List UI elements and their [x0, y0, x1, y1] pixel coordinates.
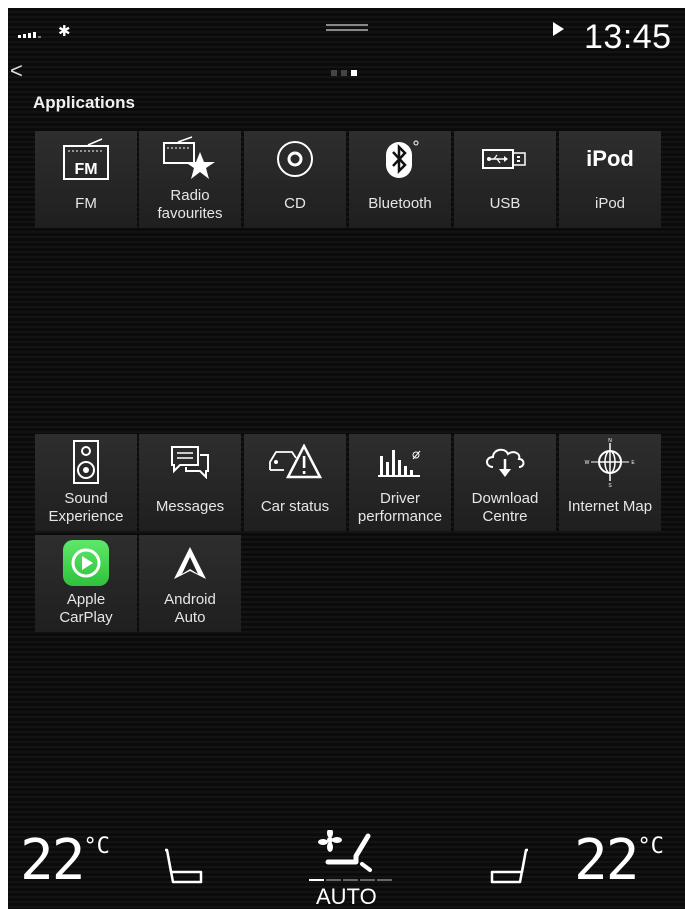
page-indicator [331, 70, 357, 76]
app-tile-android-auto[interactable]: Android Auto [139, 535, 241, 632]
back-chevron-icon[interactable]: < [10, 58, 23, 84]
svg-text:N: N [608, 438, 612, 444]
play-icon [553, 22, 564, 36]
right-temperature-value: 22 [574, 828, 639, 893]
svg-text:W: W [585, 460, 590, 466]
bluetooth-icon [386, 140, 419, 178]
app-label: Driver performance [357, 490, 443, 525]
app-tile-apple-carplay[interactable]: Apple CarPlay [35, 535, 137, 632]
app-label: Download Centre [471, 490, 539, 525]
app-tile-internet-map[interactable]: N S W E Internet Map [559, 434, 661, 531]
temperature-unit: °C [637, 834, 664, 859]
cd-icon [277, 141, 313, 177]
app-tile-download-centre[interactable]: Download Centre [454, 434, 556, 531]
app-label: CD [284, 195, 306, 212]
compass-icon: N S W E [585, 438, 636, 487]
infotainment-screen: ✱ 13:45 < Applications FM FM Radio favou… [8, 8, 685, 909]
app-label: Sound Experience [48, 490, 124, 525]
app-label: Car status [260, 498, 330, 515]
status-bar: ✱ 13:45 [8, 8, 685, 58]
app-tile-bluetooth[interactable]: Bluetooth [349, 131, 451, 228]
cloud-download-icon [486, 448, 525, 477]
clock: 13:45 [584, 18, 672, 56]
app-tile-usb[interactable]: USB [454, 131, 556, 228]
temperature-unit: °C [83, 834, 110, 859]
app-tile-driver-performance[interactable]: Driver performance [349, 434, 451, 531]
messages-icon [171, 446, 209, 479]
fm-radio-icon: FM [63, 138, 109, 180]
left-temperature[interactable]: 22°C [20, 828, 110, 893]
ipod-icon: iPod [586, 146, 634, 171]
bar-chart-icon [378, 450, 421, 477]
usb-icon [482, 149, 526, 169]
section-title: Applications [33, 93, 136, 112]
page-dot [341, 70, 347, 76]
bluetooth-status-icon: ✱ [58, 23, 71, 40]
right-temperature[interactable]: 22°C [574, 828, 664, 893]
svg-text:E: E [631, 460, 635, 466]
left-temperature-value: 22 [20, 828, 85, 893]
app-tile-radio-favourites[interactable]: Radio favourites [139, 131, 241, 228]
app-label: Apple CarPlay [59, 591, 113, 626]
app-label: Bluetooth [368, 195, 432, 212]
top-bar-handle[interactable] [326, 24, 368, 32]
fan-level-indicator [309, 879, 392, 881]
app-label: FM [75, 195, 97, 212]
app-tile-ipod[interactable]: iPod iPod [559, 131, 661, 228]
carplay-icon [63, 540, 109, 586]
page-dot-active [351, 70, 357, 76]
radio-star-icon [163, 136, 215, 179]
app-tile-cd[interactable]: CD [244, 131, 346, 228]
right-seat-icon[interactable] [486, 846, 532, 888]
app-tile-sound-experience[interactable]: Sound Experience [35, 434, 137, 531]
svg-text:S: S [608, 483, 612, 487]
app-label: Messages [155, 498, 225, 515]
app-label: Android Auto [164, 591, 216, 626]
page-dot [331, 70, 337, 76]
app-tile-messages[interactable]: Messages [139, 434, 241, 531]
climate-fan-seat-icon[interactable] [316, 830, 380, 878]
app-label: USB [489, 195, 521, 212]
climate-auto-button[interactable]: AUTO [316, 884, 377, 909]
car-warning-icon [269, 444, 322, 479]
svg-text:FM: FM [74, 161, 97, 178]
app-tile-fm[interactable]: FM FM [35, 131, 137, 228]
app-label: iPod [594, 195, 626, 212]
left-seat-icon[interactable] [161, 846, 207, 888]
app-tile-car-status[interactable]: Car status [244, 434, 346, 531]
signal-strength-icon [18, 32, 41, 38]
app-label: Radio favourites [157, 187, 223, 222]
android-auto-icon [174, 547, 206, 579]
app-label: Internet Map [567, 498, 653, 515]
speaker-icon [73, 440, 99, 484]
